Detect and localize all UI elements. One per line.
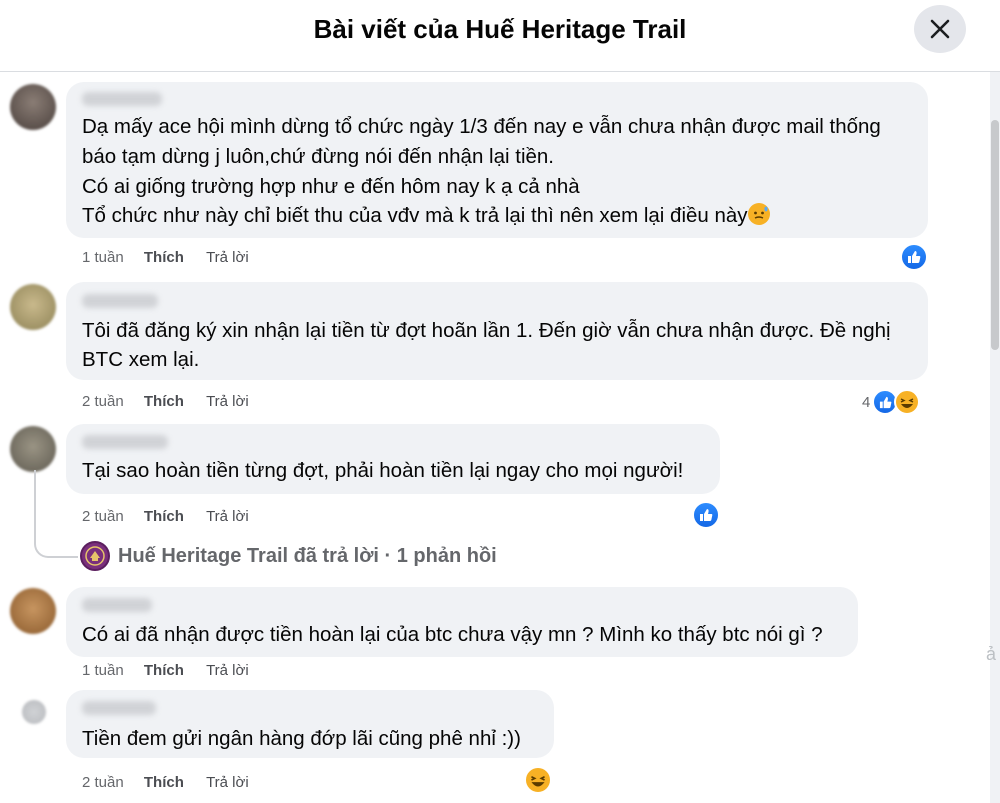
comment-text: Tổ chức như này chỉ biết thu của vđv mà … [82, 204, 748, 227]
reply-link[interactable]: Trả lời [206, 662, 249, 679]
comment-time[interactable]: 2 tuần [82, 508, 124, 525]
downcast-sweat-emoji-icon [747, 203, 770, 225]
comment-meta: 1 tuần Thích Trả lời [82, 662, 249, 679]
comment-time[interactable]: 2 tuần [82, 774, 124, 791]
comment-text-line: BTC xem lại. [82, 348, 200, 371]
comment-text-line-with-emoji: Tổ chức như này chỉ biết thu của vđv mà … [82, 201, 770, 231]
like-link[interactable]: Thích [144, 393, 184, 410]
comment-time[interactable]: 1 tuần [82, 662, 124, 679]
author-name[interactable] [82, 92, 162, 106]
comment-text-line: Có ai đã nhận được tiền hoàn lại của btc… [82, 623, 823, 646]
comment-text-line: Tại sao hoàn tiền từng đợt, phải hoàn ti… [82, 459, 684, 482]
author-name[interactable] [82, 598, 152, 612]
comment-meta: 1 tuần Thích Trả lời [82, 249, 249, 266]
haha-reaction-icon [524, 766, 552, 794]
comment-text-line: Dạ mấy ace hội mình dừng tổ chức ngày 1/… [82, 115, 881, 138]
reaction-summary[interactable] [692, 501, 720, 529]
comment-text-line: báo tạm dừng j luôn,chứ đừng nói đến nhậ… [82, 145, 554, 168]
comment-meta: 2 tuần Thích Trả lời [82, 393, 249, 410]
view-replies-link[interactable]: Huế Heritage Trail đã trả lời · 1 phản h… [80, 541, 497, 571]
comment-meta: 2 tuần Thích Trả lời [82, 774, 249, 791]
author-name[interactable] [82, 701, 156, 715]
avatar[interactable] [10, 588, 56, 634]
author-name[interactable] [82, 435, 168, 449]
scrollbar-thumb[interactable] [991, 120, 999, 350]
avatar[interactable] [10, 426, 56, 472]
reply-link[interactable]: Trả lời [206, 249, 249, 266]
comment-time[interactable]: 2 tuần [82, 393, 124, 410]
reaction-summary[interactable] [524, 766, 552, 794]
author-name[interactable] [82, 294, 158, 308]
avatar[interactable] [10, 84, 56, 130]
reply-link[interactable]: Trả lời [206, 508, 249, 525]
reaction-count: 4 [862, 393, 871, 411]
reaction-summary[interactable]: 4 [862, 389, 921, 415]
reaction-summary[interactable] [900, 243, 928, 271]
like-link[interactable]: Thích [144, 774, 184, 791]
comment-meta: 2 tuần Thích Trả lời [82, 508, 249, 525]
like-link[interactable]: Thích [144, 508, 184, 525]
avatar[interactable] [10, 284, 56, 330]
reply-link[interactable]: Trả lời [206, 393, 249, 410]
dialog-header: Bài viết của Huế Heritage Trail [0, 0, 1000, 72]
like-link[interactable]: Thích [144, 662, 184, 679]
like-reaction-icon [900, 243, 928, 271]
haha-reaction-icon [894, 389, 921, 415]
close-icon [930, 19, 950, 39]
comment-text-line: Tiền đem gửi ngân hàng đớp lãi cũng phê … [82, 727, 521, 750]
edge-fragment: ả [986, 644, 997, 664]
close-button[interactable] [914, 5, 966, 53]
reply-thread-line [34, 470, 78, 558]
like-link[interactable]: Thích [144, 249, 184, 266]
avatar[interactable] [22, 700, 46, 724]
reply-link[interactable]: Trả lời [206, 774, 249, 791]
like-reaction-icon [692, 501, 720, 529]
page-logo-icon [80, 541, 110, 571]
dialog-title: Bài viết của Huế Heritage Trail [313, 14, 687, 44]
page-reply-text[interactable]: Huế Heritage Trail đã trả lời · 1 phản h… [118, 545, 497, 568]
comment-time[interactable]: 1 tuần [82, 249, 124, 266]
comment-text-line: Tôi đã đăng ký xin nhận lại tiền từ đợt … [82, 319, 891, 342]
comment-text-line: Có ai giống trường hợp như e đến hôm nay… [82, 175, 580, 198]
